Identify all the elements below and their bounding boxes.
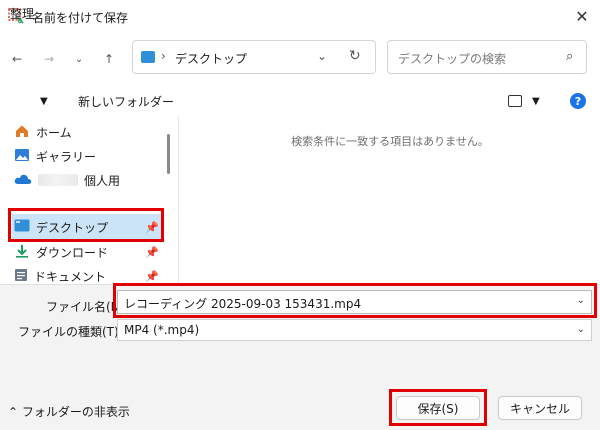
search-icon: ⌕ bbox=[566, 49, 574, 64]
close-button[interactable]: ✕ bbox=[568, 2, 596, 30]
home-icon bbox=[14, 124, 30, 141]
sidebar-item-gallery[interactable]: ギャラリー bbox=[14, 145, 96, 167]
hide-folders-label: フォルダーの非表示 bbox=[21, 405, 130, 419]
sidebar-scrollbar[interactable] bbox=[167, 134, 170, 174]
forward-button[interactable]: → bbox=[38, 48, 60, 70]
sidebar-item-label: 個人用 bbox=[84, 173, 121, 188]
caret-down-icon[interactable]: ▼ bbox=[532, 96, 540, 107]
back-button[interactable]: ← bbox=[6, 48, 28, 70]
onedrive-icon bbox=[14, 173, 32, 188]
gallery-icon bbox=[14, 148, 30, 165]
cancel-button[interactable]: キャンセル bbox=[498, 396, 582, 420]
new-folder-button[interactable]: 新しいフォルダー bbox=[78, 93, 174, 110]
sidebar-item-label: ダウンロード bbox=[36, 245, 109, 260]
search-input[interactable]: デスクトップの検索 bbox=[398, 50, 506, 67]
desktop-icon bbox=[141, 51, 155, 63]
arrow-up-icon: ↑ bbox=[103, 52, 115, 66]
highlight-desktop bbox=[8, 208, 164, 242]
sidebar-item-onedrive[interactable]: 個人用 bbox=[14, 169, 120, 191]
chevron-up-icon: ⌃ bbox=[8, 405, 19, 419]
close-icon: ✕ bbox=[575, 6, 589, 26]
empty-results-message: 検索条件に一致する項目はありません。 bbox=[291, 135, 489, 148]
recent-locations-button[interactable]: ⌄ bbox=[68, 48, 90, 70]
refresh-icon[interactable]: ↻ bbox=[349, 48, 361, 64]
filetype-label: ファイルの種類(T): bbox=[18, 325, 123, 339]
breadcrumb[interactable]: デスクトップ bbox=[175, 50, 247, 67]
redacted-account-name bbox=[38, 174, 78, 186]
view-options-icon[interactable] bbox=[508, 95, 522, 107]
arrow-right-icon: → bbox=[43, 52, 55, 66]
documents-icon bbox=[14, 268, 28, 285]
chevron-down-icon[interactable]: ⌄ bbox=[317, 49, 327, 63]
organize-menu[interactable]: 整理 bbox=[10, 5, 34, 22]
window-title: 名前を付けて保存 bbox=[32, 11, 129, 25]
search-box[interactable]: デスクトップの検索 ⌕ bbox=[387, 40, 587, 74]
sidebar-item-label: ホーム bbox=[36, 125, 72, 140]
sidebar-item-home[interactable]: ホーム bbox=[14, 121, 72, 143]
pin-icon[interactable]: 📌 bbox=[145, 246, 159, 259]
up-button[interactable]: ↑ bbox=[98, 48, 120, 70]
arrow-left-icon: ← bbox=[11, 52, 23, 66]
breadcrumb-separator: › bbox=[161, 49, 166, 63]
help-icon[interactable]: ? bbox=[570, 93, 586, 109]
address-bar[interactable]: › デスクトップ ⌄ ↻ bbox=[132, 40, 376, 74]
chevron-down-icon[interactable]: ⌄ bbox=[577, 324, 585, 335]
sidebar-item-downloads[interactable]: ダウンロード bbox=[14, 241, 108, 263]
sidebar-item-label: ドキュメント bbox=[34, 269, 107, 284]
hide-folders-toggle[interactable]: ⌃ フォルダーの非表示 bbox=[8, 403, 130, 420]
highlight-filename bbox=[113, 283, 597, 318]
filetype-select[interactable]: MP4 (*.mp4) ⌄ bbox=[117, 319, 592, 341]
caret-down-icon: ▼ bbox=[40, 96, 48, 107]
pin-icon[interactable]: 📌 bbox=[145, 270, 159, 283]
chevron-down-icon: ⌄ bbox=[74, 53, 84, 65]
highlight-save-button bbox=[389, 389, 487, 426]
sidebar-item-label: ギャラリー bbox=[36, 149, 97, 164]
download-icon bbox=[14, 244, 30, 261]
pane-divider[interactable] bbox=[178, 116, 179, 286]
filetype-value[interactable]: MP4 (*.mp4) bbox=[124, 323, 199, 337]
